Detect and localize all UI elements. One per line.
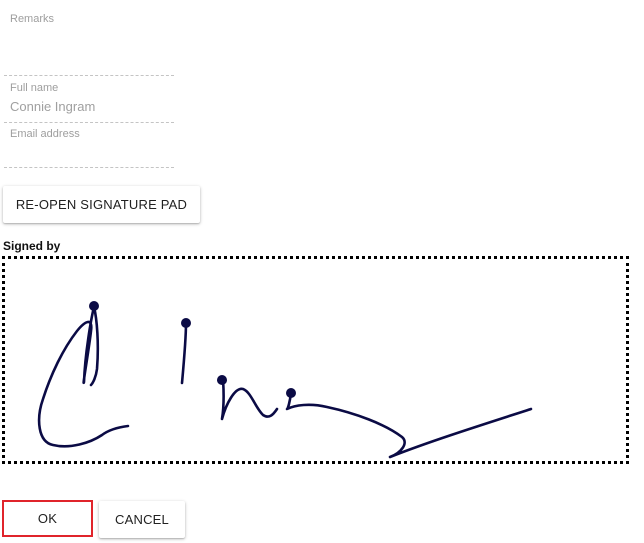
remarks-label: Remarks (10, 13, 55, 25)
cancel-button[interactable]: CANCEL (99, 501, 185, 538)
email-input[interactable]: Email address (4, 123, 174, 168)
full-name-input[interactable]: Full name Connie Ingram (4, 76, 174, 123)
full-name-label: Full name (10, 82, 59, 94)
reopen-signature-pad-button[interactable]: RE-OPEN SIGNATURE PAD (3, 186, 200, 223)
signature-dot-4 (286, 388, 296, 398)
signature-drawing (37, 301, 533, 459)
signature-stroke-c (37, 305, 130, 448)
ok-button[interactable]: OK (2, 500, 93, 537)
signature-dot-2 (181, 318, 191, 328)
signature-dot-1 (89, 301, 99, 311)
signature-stroke-n (220, 377, 279, 421)
signature-stroke-tail (285, 391, 533, 459)
signature-dialog: Remarks Full name Connie Ingram Email ad… (0, 0, 644, 543)
signature-dot-3 (217, 375, 227, 385)
remarks-input[interactable]: Remarks (4, 0, 174, 76)
signature-box (2, 256, 629, 464)
signature-stroke-i (180, 321, 188, 385)
email-label: Email address (10, 128, 80, 140)
signed-by-label: Signed by (3, 239, 61, 253)
full-name-value: Connie Ingram (10, 99, 96, 114)
